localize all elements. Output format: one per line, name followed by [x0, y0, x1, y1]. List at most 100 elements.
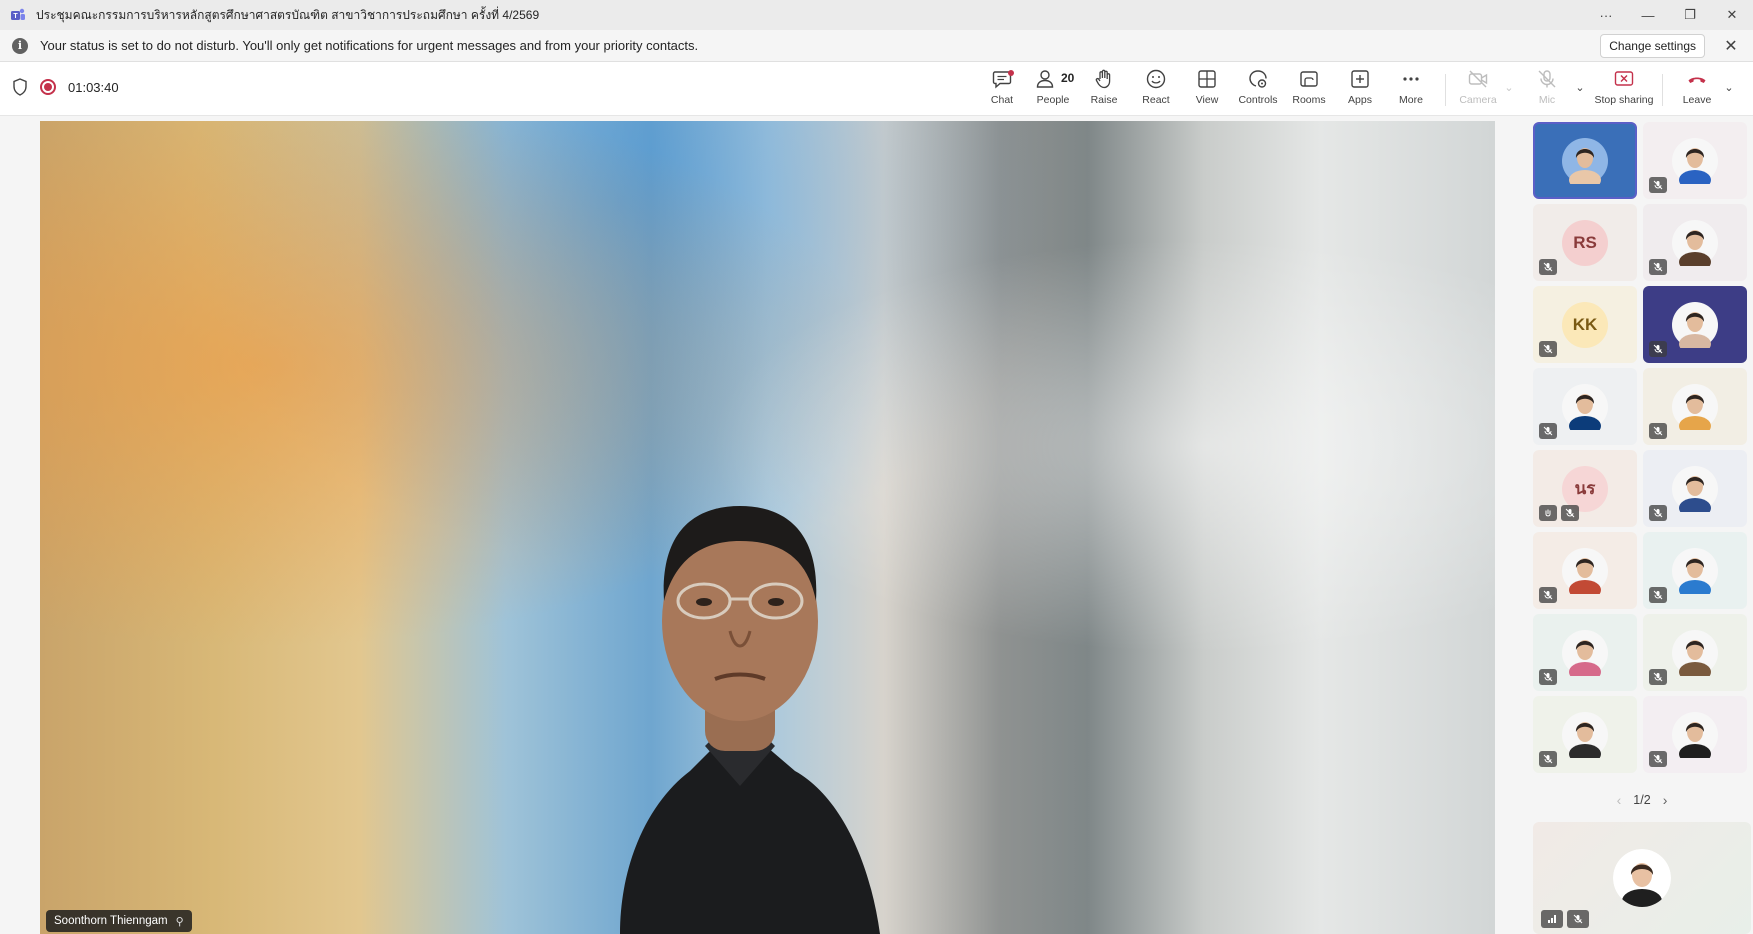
mic-muted-icon — [1649, 669, 1667, 685]
pin-icon[interactable]: ⚲ — [176, 915, 184, 928]
participant-tile[interactable] — [1643, 204, 1747, 281]
recording-icon — [40, 79, 56, 95]
more-button[interactable]: More — [1385, 68, 1437, 112]
participant-tile[interactable] — [1533, 122, 1637, 199]
mic-muted-icon — [1649, 751, 1667, 767]
title-bar: T ประชุมคณะกรรมการบริหารหลักสูตรศึกษาศาส… — [0, 0, 1753, 30]
meeting-timer: 01:03:40 — [68, 79, 119, 95]
close-window-button[interactable]: ✕ — [1711, 0, 1753, 30]
react-button[interactable]: React — [1130, 68, 1182, 112]
mic-options-chevron[interactable]: ⌄ — [1573, 80, 1587, 94]
view-label: View — [1195, 94, 1219, 106]
main-video-tile[interactable]: Soonthorn Thienngam ⚲ — [40, 121, 1495, 934]
participant-tile[interactable] — [1533, 696, 1637, 773]
participant-nameplate: Soonthorn Thienngam ⚲ — [46, 910, 192, 932]
restore-button[interactable]: ❐ — [1669, 0, 1711, 30]
more-options-button[interactable]: ··· — [1585, 0, 1627, 30]
apps-label: Apps — [1348, 94, 1372, 106]
avatar — [1672, 629, 1718, 676]
change-settings-button[interactable]: Change settings — [1600, 34, 1705, 58]
previous-page-button[interactable]: ‹ — [1617, 792, 1622, 808]
mic-off-icon — [1538, 70, 1556, 88]
more-label: More — [1399, 94, 1423, 106]
participant-tile[interactable] — [1643, 614, 1747, 691]
avatar — [1672, 711, 1718, 758]
emoji-icon — [1146, 69, 1166, 89]
controls-icon — [1249, 70, 1267, 88]
camera-label: Camera — [1459, 94, 1497, 106]
participant-tile[interactable]: นร — [1533, 450, 1637, 527]
hand-raised-icon — [1539, 505, 1557, 521]
notification-message: Your status is set to do not disturb. Yo… — [40, 38, 699, 53]
mic-muted-icon — [1539, 669, 1557, 685]
apps-button[interactable]: Apps — [1334, 68, 1386, 112]
hang-up-icon — [1688, 77, 1706, 83]
participant-tile[interactable] — [1533, 614, 1637, 691]
raise-hand-button[interactable]: Raise — [1078, 68, 1130, 112]
participant-tile[interactable] — [1533, 368, 1637, 445]
svg-text:T: T — [13, 13, 18, 20]
avatar — [1562, 629, 1608, 676]
camera-options-chevron[interactable]: ⌄ — [1502, 80, 1516, 94]
window-title: ประชุมคณะกรรมการบริหารหลักสูตรศึกษาศาสตร… — [36, 7, 540, 22]
unread-dot — [1008, 70, 1014, 76]
stop-sharing-button[interactable]: Stop sharing — [1594, 68, 1654, 112]
hand-icon — [1095, 69, 1111, 89]
self-tile-badges — [1541, 910, 1593, 928]
leave-button[interactable]: Leave — [1671, 68, 1723, 112]
view-button[interactable]: View — [1181, 68, 1233, 112]
chat-button[interactable]: Chat — [976, 68, 1028, 112]
ellipsis-icon — [1403, 77, 1419, 81]
mic-muted-icon — [1649, 341, 1667, 357]
info-icon: i — [12, 37, 28, 54]
participant-tile[interactable] — [1643, 450, 1747, 527]
avatar — [1672, 465, 1718, 512]
window-controls: ··· — ❐ ✕ — [1585, 0, 1753, 30]
camera-button[interactable]: Camera — [1452, 68, 1504, 112]
raise-label: Raise — [1090, 94, 1118, 106]
participant-video — [620, 506, 880, 934]
rooms-label: Rooms — [1292, 94, 1326, 106]
participant-tile[interactable] — [1643, 532, 1747, 609]
participant-tile[interactable] — [1643, 286, 1747, 363]
close-notification-button[interactable]: ✕ — [1721, 36, 1741, 56]
shield-icon[interactable] — [12, 78, 28, 96]
mic-muted-icon — [1539, 259, 1557, 275]
minimize-button[interactable]: — — [1627, 0, 1669, 30]
avatar — [1562, 711, 1608, 758]
participant-name: Soonthorn Thienngam — [54, 915, 168, 927]
add-app-icon — [1351, 70, 1369, 88]
mic-button[interactable]: Mic — [1521, 68, 1573, 112]
next-page-button[interactable]: › — [1663, 792, 1668, 808]
leave-label: Leave — [1682, 94, 1712, 106]
mic-muted-icon — [1539, 423, 1557, 439]
avatar — [1562, 383, 1608, 430]
stop-sharing-label: Stop sharing — [1594, 94, 1654, 106]
participant-tile[interactable] — [1643, 122, 1747, 199]
people-button[interactable]: 20 People — [1027, 68, 1079, 112]
signal-icon — [1541, 910, 1563, 928]
mic-muted-icon — [1539, 341, 1557, 357]
people-count: 20 — [1061, 71, 1075, 85]
stop-share-icon — [1614, 71, 1634, 86]
avatar: RS — [1562, 219, 1608, 266]
leave-options-chevron[interactable]: ⌄ — [1722, 80, 1736, 94]
participant-tile[interactable] — [1643, 696, 1747, 773]
avatar — [1562, 137, 1608, 184]
participant-tile[interactable]: KK — [1533, 286, 1637, 363]
avatar — [1613, 849, 1671, 907]
meeting-toolbar: 01:03:40 Chat 20 People Raise React View… — [0, 62, 1753, 116]
avatar — [1672, 301, 1718, 348]
rooms-button[interactable]: Rooms — [1283, 68, 1335, 112]
participant-gallery: RS KK นร ‹ 1/2 › — [1533, 122, 1751, 934]
avatar — [1562, 547, 1608, 594]
self-video-tile[interactable] — [1533, 822, 1751, 934]
camera-off-icon — [1468, 70, 1488, 88]
participant-tile[interactable]: RS — [1533, 204, 1637, 281]
participant-tile[interactable] — [1533, 532, 1637, 609]
mic-muted-icon — [1567, 910, 1589, 928]
mic-muted-icon — [1649, 587, 1667, 603]
participant-tile[interactable] — [1643, 368, 1747, 445]
controls-button[interactable]: Controls — [1232, 68, 1284, 112]
rooms-icon — [1300, 71, 1318, 87]
